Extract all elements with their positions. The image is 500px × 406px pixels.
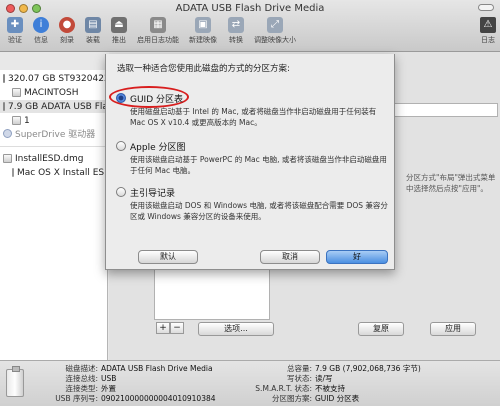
resize-image-icon: ⤢ [267,17,283,33]
new-image-icon: ▣ [195,17,211,33]
toolbar-info-button[interactable]: i 信息 [30,17,52,45]
volume-icon [12,116,21,125]
info-smart-status: S.M.A.R.T. 状态: 不被支持 [255,384,345,393]
sidebar-item-superdrive[interactable]: SuperDrive 驱动器 [3,127,107,140]
info-partition-scheme: 分区图方案: GUID 分区表 [271,394,360,403]
convert-icon: ⇄ [228,17,244,33]
radio-apple-partition-map[interactable] [116,141,126,151]
radio-guid[interactable] [116,93,126,103]
partition-scheme-sheet: 选取一种适合您使用此磁盘的方式的分区方案: GUID 分区表 使用磁盘启动基于 … [105,54,395,270]
volume-icon [12,168,14,177]
sidebar-item-adata-usb[interactable]: 7.9 GB ADATA USB Flas [0,100,108,113]
option-apple-title: Apple 分区图 [130,143,186,153]
sidebar-item-disk-st9320423[interactable]: 320.07 GB ST9320423 [3,72,107,85]
options-button[interactable]: 选项... [198,322,274,336]
usb-drive-icon [6,366,24,397]
info-disk-description: 磁盘描述: ADATA USB Flash Drive Media [65,364,213,373]
info-connection-type: 连接类型: 外置 [65,384,116,393]
toolbar-mount-button[interactable]: ▤ 装载 [82,17,104,45]
default-button[interactable]: 默认 [138,250,198,264]
sidebar-item-mac-os-x-install-esd[interactable]: Mac OS X Install ESD [12,166,107,179]
apply-button[interactable]: 应用 [430,322,476,336]
revert-button[interactable]: 复原 [358,322,404,336]
eject-icon: ⏏ [111,17,127,33]
info-total-capacity: 总容量: 7.9 GB (7,902,068,736 字节) [286,364,421,373]
cancel-button[interactable]: 取消 [260,250,320,264]
toolbar-eject-button[interactable]: ⏏ 推出 [108,17,130,45]
partition-add-remove: + − [156,322,184,334]
sidebar-divider [0,146,108,147]
optical-drive-icon [3,129,12,138]
disk-image-icon [3,154,12,163]
mount-icon: ▤ [85,17,101,33]
burn-icon: ● [59,17,75,33]
option-apple-desc: 使用该磁盘启动基于 PowerPC 的 Mac 电脑, 或者将该磁盘当作非启动磁… [130,155,387,175]
toolbar-log-button[interactable]: ⚠ 日志 [480,17,496,45]
hard-disk-icon [3,74,5,83]
radio-master-boot-record[interactable] [116,187,126,197]
disk-info-footer: 磁盘描述: ADATA USB Flash Drive Media 连接总线: US… [0,360,500,406]
option-guid-desc: 使用磁盘启动基于 Intel 的 Mac, 或者将磁盘当作非启动磁盘用于任何装有… [130,107,377,127]
add-partition-button[interactable]: + [156,322,170,334]
disk-sidebar: 320.07 GB ST9320423 MACINTOSH 7.9 GB ADA… [0,70,108,360]
remove-partition-button[interactable]: − [170,322,184,334]
sidebar-item-installesd-dmg[interactable]: InstallESD.dmg [3,152,107,165]
option-mbr-desc: 使用该磁盘启动 DOS 和 Windows 电脑, 或者将该磁盘配合需要 DOS… [130,201,388,221]
info-usb-serial: USB 序列号: 090210000000004010910384 [55,394,216,403]
verify-icon: ✚ [7,17,23,33]
toolbar-toggle-button[interactable] [478,4,494,11]
toolbar-verify-button[interactable]: ✚ 验证 [4,17,26,45]
ok-button[interactable]: 好 [326,250,388,264]
info-connection-bus: 连接总线: USB [65,374,117,383]
sidebar-item-volume-1[interactable]: 1 [12,114,107,127]
toolbar-new-image-button[interactable]: ▣ 新建映像 [186,17,220,45]
option-mbr-title: 主引导记录 [130,189,176,199]
log-icon: ⚠ [480,17,496,33]
sidebar-item-macintosh[interactable]: MACINTOSH [12,86,107,99]
sheet-question: 选取一种适合您使用此磁盘的方式的分区方案: [117,64,290,74]
title-bar: ADATA USB Flash Drive Media ✚ 验证 i 信息 ● … [0,0,500,52]
volume-icon [12,88,21,97]
option-guid-title: GUID 分区表 [130,95,184,105]
toolbar-resize-image-button[interactable]: ⤢ 调整映像大小 [252,17,298,45]
toolbar-burn-button[interactable]: ● 刻录 [56,17,78,45]
usb-drive-icon [3,102,5,111]
partition-hint-text: 分区方式"布局"弹出式菜单中选择然后点按"应用"。 [406,173,496,193]
info-icon: i [33,17,49,33]
journal-icon: ▦ [150,17,166,33]
toolbar-convert-button[interactable]: ⇄ 转换 [224,17,248,45]
toolbar-journal-button[interactable]: ▦ 启用日志功能 [136,17,180,45]
window-title: ADATA USB Flash Drive Media [175,3,325,14]
partition-name-field[interactable] [386,103,498,117]
info-write-status: 写状态: 读/写 [286,374,333,383]
